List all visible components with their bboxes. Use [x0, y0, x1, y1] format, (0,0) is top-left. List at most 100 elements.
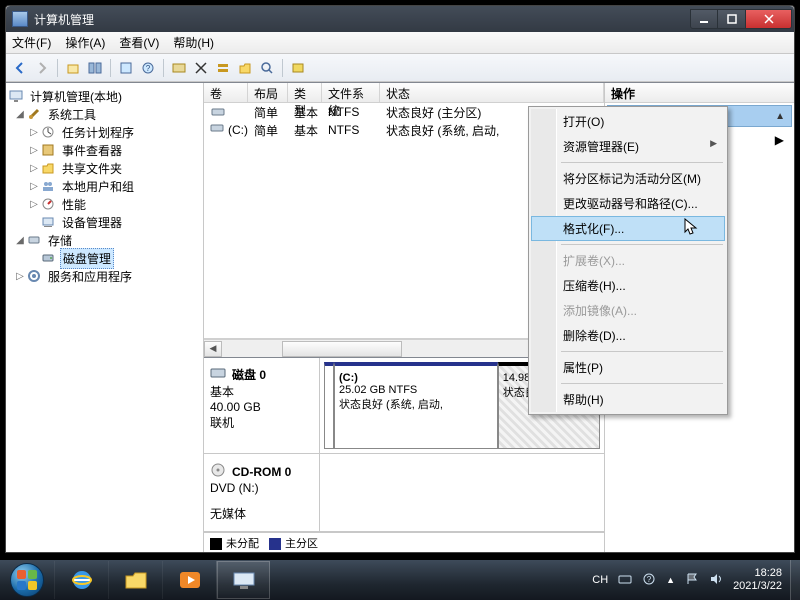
refresh-icon[interactable]	[191, 58, 211, 78]
legend: 未分配 主分区	[204, 532, 604, 552]
minimize-button[interactable]	[690, 9, 718, 29]
ctx-mark-active[interactable]: 将分区标记为活动分区(M)	[531, 166, 725, 191]
taskbar: CH ? ▲ 18:28 2021/3/22	[0, 560, 800, 600]
svg-text:?: ?	[146, 64, 151, 73]
ctx-help[interactable]: 帮助(H)	[531, 387, 725, 412]
col-fs[interactable]: 文件系统	[322, 83, 380, 102]
ctx-shrink[interactable]: 压缩卷(H)...	[531, 273, 725, 298]
tray-volume-icon[interactable]	[709, 572, 723, 589]
collapse-icon[interactable]: ◢	[14, 235, 26, 246]
system-tray: CH ? ▲ 18:28 2021/3/22	[584, 567, 790, 593]
menubar: 文件(F) 操作(A) 查看(V) 帮助(H)	[6, 32, 794, 54]
disk-row: CD-ROM 0 DVD (N:) 无媒体	[204, 454, 604, 532]
tray-keyboard-icon[interactable]	[618, 572, 632, 589]
find-icon[interactable]	[257, 58, 277, 78]
close-button[interactable]	[746, 9, 792, 29]
ctx-change-drive[interactable]: 更改驱动器号和路径(C)...	[531, 191, 725, 216]
cdrom-info[interactable]: CD-ROM 0 DVD (N:) 无媒体	[204, 454, 320, 531]
partition-c[interactable]: (C:) 25.02 GB NTFS 状态良好 (系统, 启动,	[334, 362, 498, 449]
menu-help[interactable]: 帮助(H)	[173, 34, 214, 51]
users-icon	[40, 178, 56, 194]
tree-perf[interactable]: 性能	[60, 195, 88, 214]
devmgr-icon	[40, 214, 56, 230]
ctx-extend: 扩展卷(X)...	[531, 248, 725, 273]
titlebar[interactable]: 计算机管理	[6, 6, 794, 32]
expand-icon[interactable]: ▷	[28, 127, 40, 138]
partition[interactable]	[324, 362, 334, 449]
ctx-open[interactable]: 打开(O)	[531, 109, 725, 134]
actions-title: 操作	[605, 83, 794, 103]
volume-icon	[210, 107, 226, 117]
tree-users[interactable]: 本地用户和组	[60, 177, 136, 196]
clock[interactable]: 18:28 2021/3/22	[733, 567, 782, 593]
toolbar: ?	[6, 54, 794, 82]
help-button[interactable]: ?	[138, 58, 158, 78]
tree-devmgr[interactable]: 设备管理器	[60, 213, 124, 232]
shared-icon	[40, 160, 56, 176]
nav-tree[interactable]: 计算机管理(本地) ◢ 系统工具 ▷ 任务计划程序 ▷ 事件查看器 ▷ 共享文件夹 ▷ 本…	[6, 83, 204, 552]
disk-icon	[210, 367, 226, 382]
col-volume[interactable]: 卷	[204, 83, 248, 102]
collapse-icon[interactable]: ◢	[14, 109, 26, 120]
event-icon	[40, 142, 56, 158]
tree-eventviewer[interactable]: 事件查看器	[60, 141, 124, 160]
tree-services[interactable]: 服务和应用程序	[46, 267, 134, 286]
tree-systools[interactable]: 系统工具	[46, 105, 98, 124]
expand-icon[interactable]: ▷	[28, 163, 40, 174]
disk-info[interactable]: 磁盘 0 基本 40.00 GB 联机	[204, 358, 320, 453]
folder-icon[interactable]	[235, 58, 255, 78]
chevron-up-icon[interactable]: ▲	[666, 575, 675, 585]
ctx-props[interactable]: 属性(P)	[531, 355, 725, 380]
tree-shared[interactable]: 共享文件夹	[60, 159, 124, 178]
ime-indicator[interactable]: CH	[592, 574, 608, 586]
tree-diskmgmt[interactable]: 磁盘管理	[60, 248, 114, 269]
tree-root[interactable]: 计算机管理(本地)	[28, 87, 124, 106]
app-icon	[12, 11, 28, 27]
col-status[interactable]: 状态	[380, 83, 604, 102]
taskbar-compmgmt[interactable]	[216, 561, 270, 599]
cdrom-icon	[210, 462, 226, 481]
scroll-thumb[interactable]	[282, 341, 402, 357]
menu-view[interactable]: 查看(V)	[119, 34, 159, 51]
scroll-left-icon[interactable]: ◀	[204, 341, 222, 357]
list-icon[interactable]	[213, 58, 233, 78]
menu-action[interactable]: 操作(A)	[65, 34, 105, 51]
show-hide-tree-button[interactable]	[85, 58, 105, 78]
tray-flag-icon[interactable]	[685, 572, 699, 589]
ctx-mirror: 添加镜像(A)...	[531, 298, 725, 323]
taskbar-ie[interactable]	[54, 561, 108, 599]
more-icon[interactable]	[288, 58, 308, 78]
chevron-right-icon[interactable]: ▶	[775, 133, 784, 147]
legend-primary-swatch	[269, 538, 281, 550]
services-icon	[26, 268, 42, 284]
computer-icon	[8, 88, 24, 104]
volume-table-header: 卷 布局 类型 文件系统 状态	[204, 83, 604, 103]
storage-icon	[26, 232, 42, 248]
cursor-icon	[684, 218, 700, 243]
expand-icon[interactable]: ▷	[28, 145, 40, 156]
volume-icon	[210, 123, 224, 137]
maximize-button[interactable]	[718, 9, 746, 29]
tools-icon	[26, 106, 42, 122]
expand-icon[interactable]: ▷	[14, 271, 26, 282]
taskbar-explorer[interactable]	[108, 561, 162, 599]
menu-file[interactable]: 文件(F)	[12, 34, 51, 51]
forward-button[interactable]	[32, 58, 52, 78]
start-button[interactable]	[0, 560, 54, 600]
expand-icon[interactable]: ▷	[28, 199, 40, 210]
tray-help-icon[interactable]: ?	[642, 572, 656, 589]
expand-icon[interactable]: ▷	[28, 181, 40, 192]
show-desktop-button[interactable]	[790, 560, 800, 600]
tree-tasksched[interactable]: 任务计划程序	[60, 123, 136, 142]
col-layout[interactable]: 布局	[248, 83, 288, 102]
perf-icon	[40, 196, 56, 212]
back-button[interactable]	[10, 58, 30, 78]
ctx-delete[interactable]: 删除卷(D)...	[531, 323, 725, 348]
col-type[interactable]: 类型	[288, 83, 322, 102]
ctx-explorer[interactable]: 资源管理器(E)	[531, 134, 725, 159]
settings-icon[interactable]	[169, 58, 189, 78]
up-button[interactable]	[63, 58, 83, 78]
taskbar-media[interactable]	[162, 561, 216, 599]
prop-button[interactable]	[116, 58, 136, 78]
window-title: 计算机管理	[34, 11, 690, 28]
